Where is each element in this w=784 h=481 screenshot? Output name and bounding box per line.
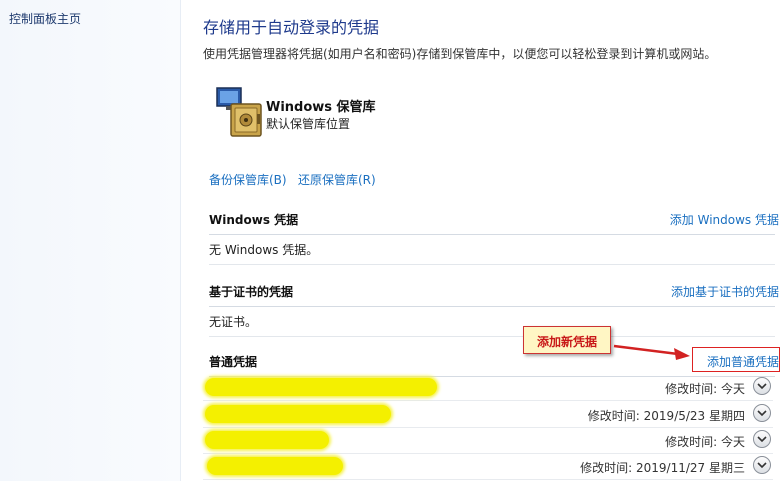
redacted-credential-name — [207, 457, 343, 475]
certificate-credentials-body: 无证书。 — [209, 306, 775, 337]
chevron-down-icon — [757, 462, 767, 469]
chevron-down-icon — [757, 410, 767, 417]
main-content: 存储用于自动登录的凭据 使用凭据管理器将凭据(如用户名和密码)存储到保管库中，以… — [203, 0, 784, 481]
credential-modified-time: 修改时间: 今天 — [665, 435, 745, 449]
generic-credential-row[interactable]: 修改时间: 今天 — [203, 374, 773, 401]
restore-vault-link[interactable]: 还原保管库(R) — [298, 171, 376, 188]
redacted-credential-name — [205, 431, 329, 449]
page-title: 存储用于自动登录的凭据 — [203, 18, 380, 37]
certificate-credentials-header: 基于证书的凭据 添加基于证书的凭据 — [209, 278, 779, 307]
chevron-down-icon — [757, 436, 767, 443]
credential-modified-time: 修改时间: 2019/11/27 星期三 — [580, 461, 745, 475]
annotation-highlight-box — [692, 347, 780, 372]
generic-credential-row[interactable]: 修改时间: 2019/5/23 星期四 — [203, 401, 773, 428]
redacted-credential-name — [205, 378, 437, 396]
generic-credential-row[interactable]: 修改时间: 今天 — [203, 427, 773, 454]
certificate-credentials-title: 基于证书的凭据 — [209, 285, 294, 299]
vault-safe-icon — [216, 87, 262, 137]
add-windows-credential-link[interactable]: 添加 Windows 凭据 — [670, 211, 779, 228]
credential-modified-time: 修改时间: 2019/5/23 星期四 — [587, 409, 745, 423]
expand-credential-button[interactable] — [753, 430, 771, 448]
expand-credential-button[interactable] — [753, 456, 771, 474]
expand-credential-button[interactable] — [753, 377, 771, 395]
page-description: 使用凭据管理器将凭据(如用户名和密码)存储到保管库中，以便您可以轻松登录到计算机… — [203, 47, 717, 61]
generic-credentials-title: 普通凭据 — [209, 355, 258, 369]
windows-credentials-header: Windows 凭据 添加 Windows 凭据 — [209, 206, 779, 235]
expand-credential-button[interactable] — [753, 404, 771, 422]
vault-subtitle: 默认保管库位置 — [266, 117, 351, 131]
annotation-callout-text: 添加新凭据 — [536, 335, 597, 349]
annotation-callout: 添加新凭据 — [523, 326, 611, 354]
certificate-credentials-empty-text: 无证书。 — [209, 315, 258, 329]
redacted-credential-name — [205, 405, 391, 423]
credential-modified-time: 修改时间: 今天 — [665, 382, 745, 396]
sidebar: 控制面板主页 — [0, 0, 181, 481]
annotation-arrow-icon — [613, 344, 690, 360]
control-panel-home-link[interactable]: 控制面板主页 — [9, 10, 81, 27]
windows-credentials-empty-text: 无 Windows 凭据。 — [209, 243, 319, 257]
generic-credential-row[interactable]: 修改时间: 2019/11/27 星期三 — [203, 453, 773, 480]
vault-name[interactable]: Windows 保管库 — [266, 96, 376, 115]
chevron-down-icon — [757, 383, 767, 390]
windows-credentials-title: Windows 凭据 — [209, 213, 299, 227]
windows-credentials-body: 无 Windows 凭据。 — [209, 234, 775, 265]
add-certificate-credential-link[interactable]: 添加基于证书的凭据 — [671, 283, 779, 300]
backup-vault-link[interactable]: 备份保管库(B) — [209, 171, 287, 188]
